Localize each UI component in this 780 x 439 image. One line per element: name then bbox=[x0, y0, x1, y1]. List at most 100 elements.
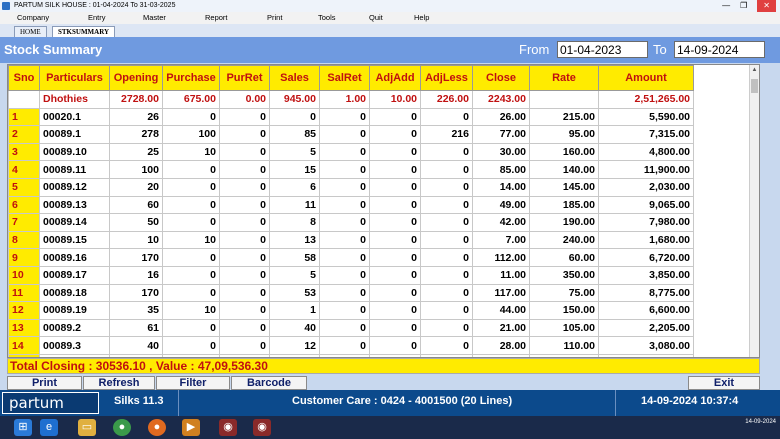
menu-quit[interactable]: Quit bbox=[369, 12, 383, 24]
table-row[interactable]: 14 00089.3 40 0 0 12 0 0 0 28.00 110.00 3,080.00 bbox=[8, 336, 694, 355]
cell-close: 21.00 bbox=[472, 318, 530, 338]
partum-logo: partum bbox=[2, 392, 99, 414]
cell-amount: 9,065.00 bbox=[598, 195, 694, 215]
chrome-icon[interactable]: ● bbox=[113, 419, 131, 436]
table-row[interactable]: 2 00089.1 278 100 0 85 0 0 216 77.00 95.00 7,315.00 bbox=[8, 125, 694, 144]
from-date-field[interactable]: 01-04-2023 bbox=[557, 41, 648, 58]
tab-stksummary[interactable]: STKSUMMARY bbox=[52, 26, 116, 37]
cell-adjadd: 0 bbox=[369, 301, 421, 320]
cell-purchase: 0 bbox=[162, 160, 220, 179]
cell-purchase: 100 bbox=[162, 125, 220, 144]
cell-purret: 0 bbox=[219, 107, 270, 127]
menu-report[interactable]: Report bbox=[205, 12, 228, 24]
col-purret[interactable]: PurRet bbox=[219, 65, 270, 91]
col-particulars[interactable]: Particulars bbox=[39, 65, 110, 91]
table-row[interactable]: 1 00020.1 26 0 0 0 0 0 0 26.00 215.00 5,590.00 bbox=[8, 107, 694, 127]
cell-sno: 5 bbox=[8, 177, 40, 197]
folder-icon[interactable]: ▭ bbox=[78, 419, 96, 436]
total-closing-bar: Total Closing : 30536.10 , Value : 47,09… bbox=[7, 358, 760, 374]
col-adjless[interactable]: AdjLess bbox=[420, 65, 473, 91]
cell-salret: 0 bbox=[319, 107, 370, 127]
cell-sales: 12 bbox=[269, 336, 320, 355]
app-icon-partum-2[interactable]: ◉ bbox=[253, 419, 271, 436]
close-button[interactable]: ✕ bbox=[757, 0, 776, 12]
menu-entry[interactable]: Entry bbox=[88, 12, 106, 24]
firefox-icon[interactable]: ● bbox=[148, 419, 166, 436]
cell-purchase: 0 bbox=[162, 107, 220, 127]
menu-master[interactable]: Master bbox=[143, 12, 166, 24]
cell-sales: 0 bbox=[269, 107, 320, 127]
col-adjadd[interactable]: AdjAdd bbox=[369, 65, 421, 91]
col-close[interactable]: Close bbox=[472, 65, 530, 91]
cell-close: 7.00 bbox=[472, 230, 530, 250]
refresh-button[interactable]: Refresh bbox=[83, 376, 155, 390]
col-sales[interactable]: Sales bbox=[269, 65, 320, 91]
col-sno[interactable]: Sno bbox=[8, 65, 40, 91]
barcode-button[interactable]: Barcode bbox=[231, 376, 307, 390]
table-row[interactable]: 13 00089.2 61 0 0 40 0 0 0 21.00 105.00 2,205.00 bbox=[8, 318, 694, 338]
menu-print[interactable]: Print bbox=[267, 12, 282, 24]
table-row[interactable]: 10 00089.17 16 0 0 5 0 0 0 11.00 350.00 3,850.00 bbox=[8, 265, 694, 285]
tray-date: 14-09-2024 bbox=[745, 419, 776, 425]
cell-salret: 0 bbox=[319, 336, 370, 355]
exit-button[interactable]: Exit bbox=[688, 376, 760, 390]
cell-amount: 2,030.00 bbox=[598, 177, 694, 197]
col-salret[interactable]: SalRet bbox=[319, 65, 370, 91]
minimize-button[interactable]: — bbox=[722, 0, 730, 12]
cell-amount: 6,720.00 bbox=[598, 248, 694, 267]
maximize-button[interactable]: ❐ bbox=[740, 0, 747, 12]
cell-sales: 13 bbox=[269, 230, 320, 250]
to-date-field[interactable]: 14-09-2024 bbox=[674, 41, 765, 58]
table-row[interactable]: 6 00089.13 60 0 0 11 0 0 0 49.00 185.00 9,065.00 bbox=[8, 195, 694, 215]
table-row[interactable]: 4 00089.11 100 0 0 15 0 0 0 85.00 140.00 11,900.00 bbox=[8, 160, 694, 179]
table-row[interactable]: 11 00089.18 170 0 0 53 0 0 0 117.00 75.00 8,775.00 bbox=[8, 283, 694, 303]
table-row[interactable]: 5 00089.12 20 0 0 6 0 0 0 14.00 145.00 2,030.00 bbox=[8, 177, 694, 197]
window-controls: — ❐ ✕ bbox=[722, 0, 776, 12]
cell-purchase: 10 bbox=[162, 142, 220, 162]
app-icon-partum[interactable]: ◉ bbox=[219, 419, 237, 436]
menu-company[interactable]: Company bbox=[17, 12, 49, 24]
table-row[interactable]: 8 00089.15 10 10 0 13 0 0 0 7.00 240.00 1,680.00 bbox=[8, 230, 694, 250]
cell-adjadd: 0 bbox=[369, 265, 421, 285]
cell-sales: 85 bbox=[269, 125, 320, 144]
cell-particulars: 00089.11 bbox=[39, 160, 110, 179]
cell-particulars: 00089.2 bbox=[39, 318, 110, 338]
cell-purchase: 0 bbox=[162, 336, 220, 355]
filter-button[interactable]: Filter bbox=[156, 376, 230, 390]
scroll-up-icon[interactable]: ▲ bbox=[751, 66, 758, 74]
col-purchase[interactable]: Purchase bbox=[162, 65, 220, 91]
menu-tools[interactable]: Tools bbox=[318, 12, 336, 24]
cell-opening: 170 bbox=[109, 248, 163, 267]
cell-sales: 1 bbox=[269, 301, 320, 320]
cell-adjadd: 0 bbox=[369, 160, 421, 179]
cell-close: 14.00 bbox=[472, 177, 530, 197]
group-row[interactable]: Dhothies 2728.00 675.00 0.00 945.00 1.00 10.00… bbox=[8, 90, 694, 109]
start-icon[interactable]: ⊞ bbox=[14, 419, 32, 436]
table-row[interactable]: 12 00089.19 35 10 0 1 0 0 0 44.00 150.00 6,600.00 bbox=[8, 301, 694, 320]
print-button[interactable]: Print bbox=[7, 376, 82, 390]
table-row[interactable]: 9 00089.16 170 0 0 58 0 0 0 112.00 60.00 6,720.00 bbox=[8, 248, 694, 267]
cell-salret: 0 bbox=[319, 195, 370, 215]
cell-salret: 0 bbox=[319, 142, 370, 162]
tab-strip: HOME STKSUMMARY bbox=[0, 24, 780, 37]
vertical-scrollbar[interactable]: ▲ bbox=[749, 65, 759, 357]
media-icon[interactable]: ▶ bbox=[182, 419, 200, 436]
cell-rate: 140.00 bbox=[529, 160, 599, 179]
menu-help[interactable]: Help bbox=[414, 12, 429, 24]
cell-salret: 0 bbox=[319, 265, 370, 285]
table-row[interactable]: 3 00089.10 25 10 0 5 0 0 0 30.00 160.00 4,800.00 bbox=[8, 142, 694, 162]
stock-grid[interactable]: Sno Particulars Opening Purchase PurRet … bbox=[7, 64, 760, 358]
os-taskbar: ⊞ e ▭ ● ● ▶ ◉ ◉ 14-09-2024 bbox=[0, 416, 780, 439]
cell-rate: 185.00 bbox=[529, 195, 599, 215]
cell-adjless: 0 bbox=[420, 213, 473, 232]
col-opening[interactable]: Opening bbox=[109, 65, 163, 91]
col-amount[interactable]: Amount bbox=[598, 65, 694, 91]
cell-salret: 0 bbox=[319, 318, 370, 338]
to-label: To bbox=[653, 42, 667, 57]
col-rate[interactable]: Rate bbox=[529, 65, 599, 91]
ie-icon[interactable]: e bbox=[40, 419, 58, 436]
scroll-thumb[interactable] bbox=[751, 79, 758, 93]
cell-adjless: 0 bbox=[420, 283, 473, 303]
table-row[interactable]: 7 00089.14 50 0 0 8 0 0 0 42.00 190.00 7,980.00 bbox=[8, 213, 694, 232]
tab-home[interactable]: HOME bbox=[14, 26, 47, 37]
